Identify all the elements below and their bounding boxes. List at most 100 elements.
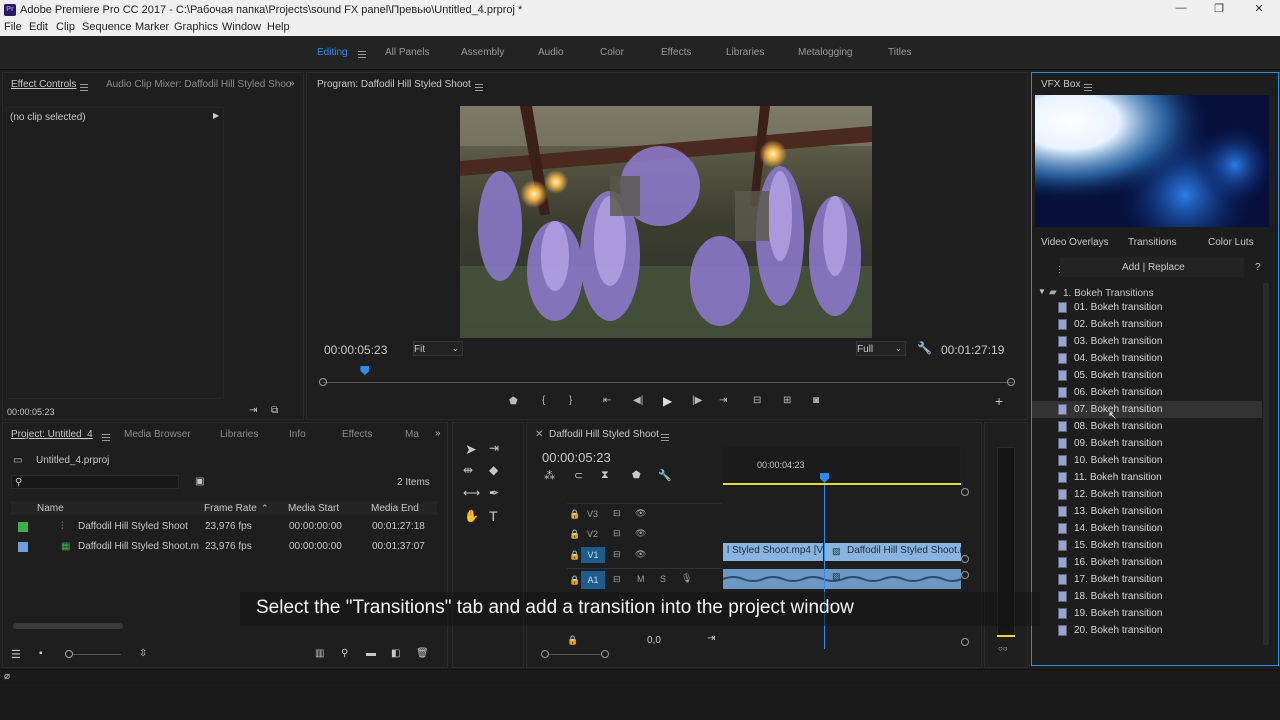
track-label[interactable]: V2	[587, 529, 598, 539]
timeline-close-icon[interactable]: ✕	[535, 429, 543, 440]
menu-sequence[interactable]: Sequence	[82, 21, 132, 33]
track-select-tool-icon[interactable]: ⇥	[489, 441, 499, 455]
tab-markers[interactable]: Ma	[405, 429, 419, 440]
workspace-audio[interactable]: Audio	[538, 47, 564, 58]
close-button[interactable]: ✕	[1244, 2, 1274, 18]
vfx-transition-item[interactable]: 03. Bokeh transition	[1032, 333, 1262, 350]
work-area-bar[interactable]	[723, 483, 961, 485]
workspace-titles[interactable]: Titles	[888, 47, 912, 58]
go-to-in-icon[interactable]: ⇤	[603, 395, 611, 406]
scrub-bar[interactable]	[323, 382, 1013, 383]
tab-info[interactable]: Info	[289, 429, 306, 440]
workspace-libraries[interactable]: Libraries	[726, 47, 764, 58]
lift-icon[interactable]: ⊟	[753, 395, 761, 406]
menu-window[interactable]: Window	[222, 21, 261, 33]
menu-help[interactable]: Help	[267, 21, 290, 33]
step-back-icon[interactable]: ◀|	[633, 395, 643, 406]
workspace-metalogging[interactable]: Metalogging	[798, 47, 852, 58]
vertical-zoom-handle[interactable]	[961, 488, 969, 496]
add-replace-button[interactable]: Add | Replace	[1060, 257, 1244, 277]
vfx-transition-item[interactable]: 09. Bokeh transition	[1032, 435, 1262, 452]
col-name[interactable]: Name	[37, 503, 64, 514]
menu-marker[interactable]: Marker	[135, 21, 169, 33]
vfx-transition-item[interactable]: 02. Bokeh transition	[1032, 316, 1262, 333]
eye-icon[interactable]: 👁	[635, 549, 646, 560]
vfx-scrollbar[interactable]	[1263, 283, 1269, 645]
col-media-start[interactable]: Media Start	[288, 503, 339, 514]
horizontal-scroll-track[interactable]	[549, 654, 601, 655]
vfx-transition-item[interactable]: 01. Bokeh transition	[1032, 299, 1262, 316]
hand-tool-icon[interactable]: ✋	[464, 509, 479, 523]
label-color-swatch[interactable]	[18, 522, 28, 532]
minimize-button[interactable]: —	[1166, 2, 1196, 18]
panel-overflow-icon[interactable]: »	[289, 78, 295, 89]
sync-lock-icon[interactable]: ⊟	[613, 549, 621, 560]
play-arrow-icon[interactable]: ▶	[213, 111, 219, 120]
tab-project[interactable]: Project: Untitled_4	[11, 429, 93, 440]
vfx-help-button[interactable]: ?	[1255, 262, 1261, 273]
workspace-assembly[interactable]: Assembly	[461, 47, 504, 58]
new-bin-folder-icon[interactable]: ▣	[195, 476, 204, 487]
menu-edit[interactable]: Edit	[29, 21, 48, 33]
type-tool-icon[interactable]: T	[489, 508, 498, 524]
automate-icon[interactable]: ▥	[315, 648, 324, 659]
sync-lock-icon[interactable]: ⊟	[613, 574, 621, 585]
button-editor-icon[interactable]: +	[995, 393, 1003, 409]
project-row[interactable]: ⫶ Daffodil Hill Styled Shoot 23,976 fps …	[11, 518, 437, 538]
new-bin-icon[interactable]: ▬	[366, 648, 376, 659]
horizontal-zoom-handle[interactable]	[601, 650, 609, 658]
icon-view-icon[interactable]: ▪	[39, 648, 43, 659]
vfx-transition-item[interactable]: 10. Bokeh transition	[1032, 452, 1262, 469]
vfx-tab-video-overlays[interactable]: Video Overlays	[1041, 237, 1109, 248]
panel-menu-icon[interactable]	[80, 83, 88, 91]
eye-icon[interactable]: 👁	[635, 528, 646, 539]
lock-icon[interactable]: 🔒	[567, 635, 578, 646]
timeline-clip-video-right[interactable]: Daffodil Hill Styled Shoot.m	[825, 543, 961, 561]
sort-icons-icon[interactable]: ⇳	[139, 648, 147, 659]
go-to-end-icon[interactable]: ⇥	[707, 633, 715, 644]
track-label[interactable]: A1	[581, 571, 605, 589]
col-media-end[interactable]: Media End	[371, 503, 419, 514]
export-icon[interactable]: ⇥	[249, 405, 257, 416]
vfx-transition-item[interactable]: 12. Bokeh transition	[1032, 486, 1262, 503]
add-marker-icon[interactable]: ⬟	[509, 396, 518, 407]
vfx-tab-transitions[interactable]: Transitions	[1128, 237, 1177, 248]
tab-audio-clip-mixer[interactable]: Audio Clip Mixer: Daffodil Hill Styled S…	[106, 79, 291, 90]
timeline-clip-audio[interactable]	[722, 569, 962, 589]
project-menu-icon[interactable]	[102, 433, 110, 441]
scrub-end-handle[interactable]	[1007, 378, 1015, 386]
maximize-button[interactable]: ❐	[1204, 2, 1234, 18]
wrench-icon[interactable]: 🔧	[917, 341, 932, 355]
tab-libraries[interactable]: Libraries	[220, 429, 258, 440]
program-timecode[interactable]: 00:00:05:23	[324, 343, 387, 357]
workspace-menu-icon[interactable]	[358, 50, 366, 58]
vfx-transition-item[interactable]: 08. Bokeh transition	[1032, 418, 1262, 435]
lock-icon[interactable]: 🔒	[569, 575, 580, 586]
vfx-transition-item[interactable]: 13. Bokeh transition	[1032, 503, 1262, 520]
vfx-transition-item[interactable]: 06. Bokeh transition	[1032, 384, 1262, 401]
workspace-editing[interactable]: Editing	[317, 47, 348, 58]
menu-clip[interactable]: Clip	[56, 21, 75, 33]
label-color-swatch[interactable]	[18, 542, 28, 552]
vfx-transition-item[interactable]: 17. Bokeh transition	[1032, 571, 1262, 588]
vertical-zoom-handle[interactable]	[961, 638, 969, 646]
timeline-timecode[interactable]: 00:00:05:23	[542, 450, 611, 465]
folder-expand-icon[interactable]: ▼	[1038, 287, 1046, 296]
lock-icon[interactable]: 🔒	[569, 529, 580, 540]
vfx-transition-item[interactable]: 11. Bokeh transition	[1032, 469, 1262, 486]
snap-icon[interactable]: ⊂	[574, 469, 583, 482]
go-to-out-icon[interactable]: ⇥	[719, 395, 727, 406]
program-menu-icon[interactable]	[475, 83, 483, 91]
vfx-menu-icon[interactable]	[1084, 83, 1092, 91]
menu-file[interactable]: File	[4, 21, 22, 33]
zoom-select[interactable]: Fit ⌄	[413, 341, 463, 356]
pen-tool-icon[interactable]: ✒	[489, 486, 499, 500]
vfx-folder-name[interactable]: 1. Bokeh Transitions	[1063, 288, 1154, 299]
master-volume-value[interactable]: 0,0	[647, 635, 661, 646]
vfx-transition-item[interactable]: 19. Bokeh transition	[1032, 605, 1262, 622]
menu-graphics[interactable]: Graphics	[174, 21, 218, 33]
trash-icon[interactable]: 🗑	[416, 648, 429, 659]
ripple-edit-tool-icon[interactable]: ⇹	[463, 463, 473, 477]
vfx-transition-item[interactable]: 07. Bokeh transition	[1032, 401, 1262, 418]
find-icon[interactable]: ⚲	[341, 648, 348, 659]
